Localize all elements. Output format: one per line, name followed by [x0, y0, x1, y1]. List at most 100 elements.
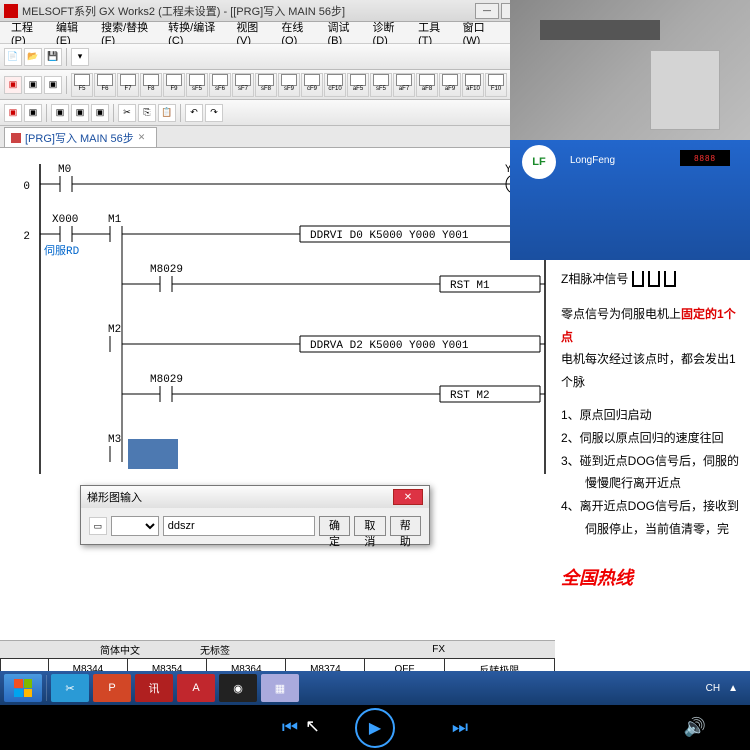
fkey-aF8[interactable]: aF8 — [416, 73, 438, 97]
windows-taskbar: ✂P讯A◉▦ CH ▲ — [0, 671, 750, 705]
step-number: 0 — [23, 181, 30, 193]
tray-up-icon[interactable]: ▲ — [728, 683, 738, 694]
fkey-sF9[interactable]: sF9 — [278, 73, 300, 97]
volume-button[interactable]: 🔊 — [680, 713, 710, 743]
edit-cursor — [128, 439, 178, 469]
status-plc: FX — [432, 644, 455, 655]
tool-button[interactable]: ▣ — [91, 104, 109, 122]
symbol-icon[interactable]: ▭ — [89, 517, 107, 535]
instruction: DDRVA D2 K5000 Y000 Y001 — [310, 340, 469, 352]
toolbar-edit: ▣ ▣ ▣ ▣ ▣ ✂ ⎘ 📋 ↶ ↷ — [0, 100, 555, 126]
tab-main-prg[interactable]: [PRG]写入 MAIN 56步 ✕ — [4, 127, 157, 147]
fkey-aF5[interactable]: aF5 — [347, 73, 369, 97]
tool-button[interactable]: ▣ — [71, 104, 89, 122]
contact-label: M8029 — [150, 264, 183, 276]
fkey-aF9[interactable]: aF9 — [439, 73, 461, 97]
tool-button[interactable]: ▣ — [24, 104, 42, 122]
taskbar-app1[interactable]: 讯 — [135, 674, 173, 702]
menubar: 工程(P) 编辑(E) 搜索/替换(F) 转换/编译(C) 视图(V) 在线(O… — [0, 22, 555, 44]
pulse-icon — [664, 271, 676, 287]
app-icon — [4, 4, 18, 18]
hotline-text: 全国热线 — [561, 561, 744, 595]
ladder-input-dialog: 梯形图输入 ✕ ▭ 确定 取消 帮助 — [80, 485, 430, 545]
contact-label: M3 — [108, 434, 121, 446]
fkey-aF10[interactable]: aF10 — [462, 73, 484, 97]
taskbar-pdf[interactable]: A — [177, 674, 215, 702]
fkey-aF7[interactable]: aF7 — [393, 73, 415, 97]
copy-button[interactable]: ⎘ — [138, 104, 156, 122]
fkey-F5[interactable]: F5 — [71, 73, 93, 97]
taskbar-ppt[interactable]: P — [93, 674, 131, 702]
taskbar-snip[interactable]: ✂ — [51, 674, 89, 702]
contact-label: X000 — [52, 214, 78, 226]
led-display: 8888 — [680, 150, 730, 166]
help-button[interactable]: 帮助 — [390, 516, 421, 536]
prev-button[interactable]: ⏮ — [275, 713, 305, 743]
instruction: DDRVI D0 K5000 Y000 Y001 — [310, 230, 469, 242]
symbol-select[interactable] — [111, 516, 159, 536]
contact-label: M1 — [108, 214, 122, 226]
status-lang: 简体中文 — [100, 642, 140, 657]
note-text: Z相脉冲信号 — [561, 268, 628, 291]
cancel-button[interactable]: 取消 — [354, 516, 385, 536]
dialog-titlebar[interactable]: 梯形图输入 ✕ — [81, 486, 429, 508]
redo-button[interactable]: ↷ — [205, 104, 223, 122]
tab-label: [PRG]写入 MAIN 56步 — [25, 130, 134, 146]
ime-indicator[interactable]: CH — [706, 683, 720, 694]
windows-logo-icon — [14, 679, 32, 697]
toolbar-main: 📄 📂 💾 ▾ — [0, 44, 555, 70]
paste-button[interactable]: 📋 — [158, 104, 176, 122]
toolbar-fkeys: ▣ ▣ ▣ F5F6F7F8F9sF5sF6sF7sF8sF9cF9cF10aF… — [0, 70, 555, 100]
tool-button[interactable]: ▣ — [24, 76, 42, 94]
gx-works-window: MELSOFT系列 GX Works2 (工程未设置) - [[PRG]写入 M… — [0, 0, 555, 680]
contact-label: M2 — [108, 324, 121, 336]
fkey-F10[interactable]: F10 — [485, 73, 507, 97]
fkey-F8[interactable]: F8 — [140, 73, 162, 97]
tool-button[interactable]: ▣ — [4, 104, 22, 122]
pulse-icon — [632, 271, 644, 287]
fkey-cF10[interactable]: cF10 — [324, 73, 346, 97]
fkey-F6[interactable]: F6 — [94, 73, 116, 97]
fkey-sF5[interactable]: sF5 — [186, 73, 208, 97]
fkey-F7[interactable]: F7 — [117, 73, 139, 97]
tool-button[interactable]: ▣ — [44, 76, 62, 94]
instruction-input[interactable] — [163, 516, 315, 536]
save-button[interactable]: 💾 — [44, 48, 62, 66]
cut-button[interactable]: ✂ — [118, 104, 136, 122]
pulse-icon — [648, 271, 660, 287]
play-button[interactable]: ▶ — [355, 708, 395, 748]
contact-label: M0 — [58, 164, 71, 176]
fkey-sF7[interactable]: sF7 — [232, 73, 254, 97]
system-tray[interactable]: CH ▲ — [706, 683, 746, 694]
dropdown-icon[interactable]: ▾ — [71, 48, 89, 66]
notes-panel: Z相脉冲信号 零点信号为伺服电机上固定的1个点 电机每次经过该点时，都会发出1个… — [555, 260, 750, 680]
tool-button[interactable]: ▣ — [51, 104, 69, 122]
step-number: 2 — [23, 231, 30, 243]
open-button[interactable]: 📂 — [24, 48, 42, 66]
instruction: RST M1 — [450, 280, 490, 292]
ok-button[interactable]: 确定 — [319, 516, 350, 536]
dialog-close-button[interactable]: ✕ — [393, 489, 423, 505]
undo-button[interactable]: ↶ — [185, 104, 203, 122]
next-button[interactable]: ⏭ — [445, 713, 475, 743]
fkey-sF8[interactable]: sF8 — [255, 73, 277, 97]
start-button[interactable] — [4, 674, 42, 702]
ladder-editor[interactable]: 0 M0 Y002 2 X000 伺服RD M1 DDRVI D0 K5000 … — [0, 148, 555, 640]
document-tabs: [PRG]写入 MAIN 56步 ✕ — [0, 126, 555, 148]
fkey-F9[interactable]: F9 — [163, 73, 185, 97]
comment-label: 伺服RD — [44, 244, 80, 258]
fkey-sF5[interactable]: sF5 — [370, 73, 392, 97]
tab-close-button[interactable]: ✕ — [138, 132, 150, 144]
instruction: RST M2 — [450, 390, 490, 402]
dialog-title: 梯形图输入 — [87, 489, 142, 505]
webcam-overlay: LF LongFeng 8888 — [510, 0, 750, 260]
fkey-sF6[interactable]: sF6 — [209, 73, 231, 97]
fkey-cF9[interactable]: cF9 — [301, 73, 323, 97]
brand-label: LongFeng — [570, 155, 615, 166]
brand-logo: LF — [522, 145, 556, 179]
compile-button[interactable]: ▣ — [4, 76, 22, 94]
taskbar-gx[interactable]: ▦ — [261, 674, 299, 702]
new-button[interactable]: 📄 — [4, 48, 22, 66]
statusbar: 简体中文 无标签 FX — [0, 640, 555, 658]
taskbar-cam[interactable]: ◉ — [219, 674, 257, 702]
